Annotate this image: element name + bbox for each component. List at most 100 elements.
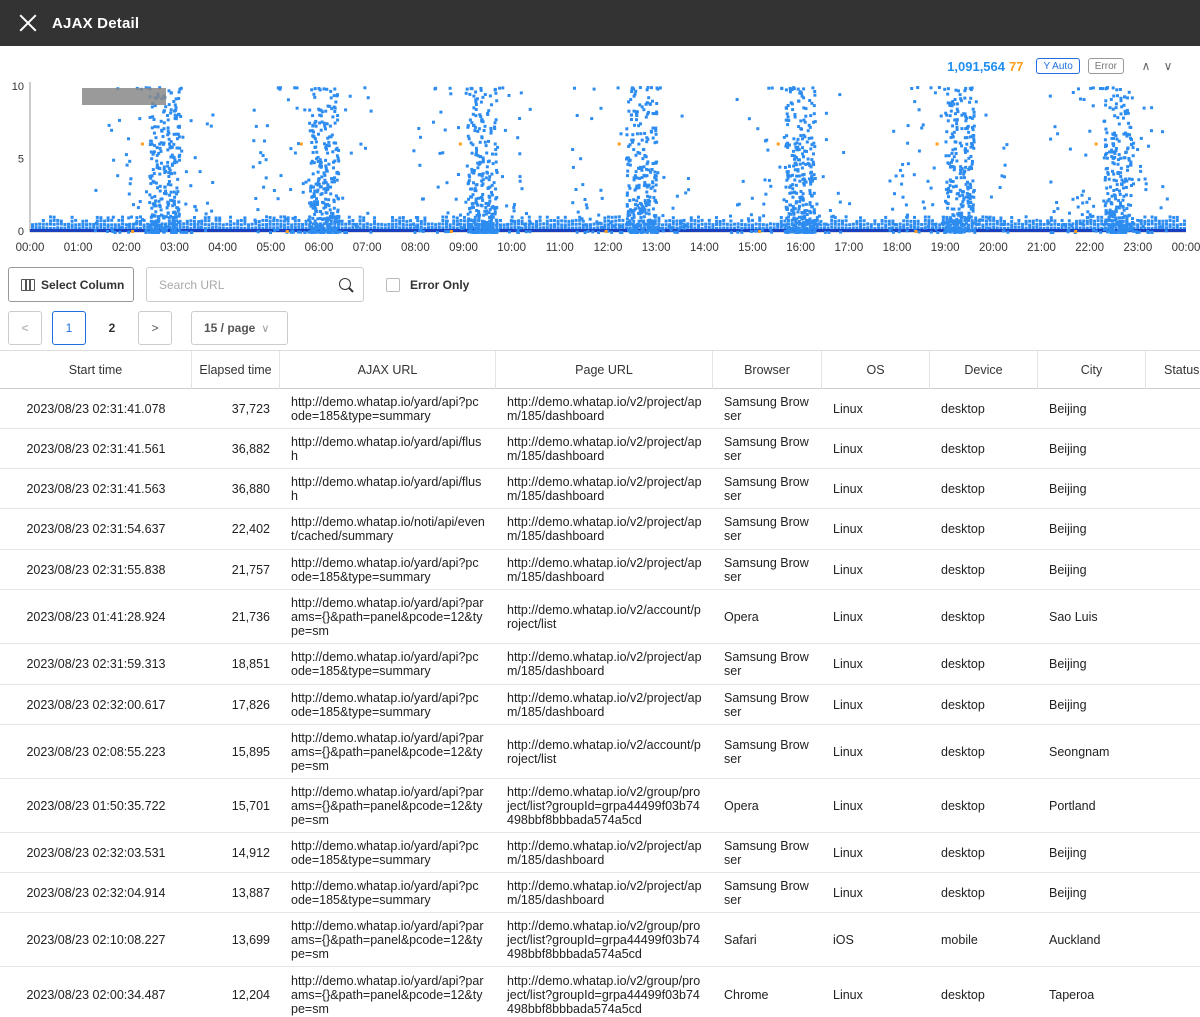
- table-row[interactable]: 2023/08/23 01:50:35.722 15,701 http://demo…: [0, 779, 1200, 833]
- page-button-1[interactable]: 1: [52, 311, 86, 345]
- column-header-status[interactable]: Status: [1146, 351, 1200, 389]
- data-point: [949, 109, 953, 113]
- chevron-down-icon[interactable]: ∨: [1160, 58, 1176, 74]
- data-point: [893, 223, 897, 226]
- data-point: [833, 226, 837, 230]
- data-point: [149, 139, 153, 143]
- table-row[interactable]: 2023/08/23 02:31:41.078 37,723 http://demo…: [0, 389, 1200, 429]
- data-point: [736, 222, 740, 226]
- close-icon[interactable]: [18, 13, 38, 33]
- data-point: [272, 222, 276, 226]
- data-point: [362, 216, 366, 220]
- select-column-button[interactable]: Select Column: [8, 267, 134, 302]
- data-point: [138, 117, 142, 121]
- table-row[interactable]: 2023/08/23 02:31:54.637 22,402 http://demo…: [0, 509, 1200, 550]
- data-point: [499, 223, 502, 227]
- data-point: [162, 230, 166, 234]
- table-row[interactable]: 2023/08/23 02:31:41.561 36,882 http://demo…: [0, 429, 1200, 469]
- data-point: [465, 164, 469, 168]
- table-row[interactable]: 2023/08/23 02:31:59.313 18,851 http://demo…: [0, 644, 1200, 685]
- y-tick-label: 10: [12, 81, 24, 93]
- column-header-ajax-url[interactable]: AJAX URL: [280, 351, 496, 389]
- data-point: [1089, 219, 1093, 223]
- prev-page-button[interactable]: <: [8, 311, 42, 345]
- data-point: [1123, 95, 1127, 99]
- data-point: [452, 222, 456, 226]
- column-header-city[interactable]: City: [1038, 351, 1146, 389]
- data-point: [810, 175, 814, 179]
- data-point: [632, 215, 636, 219]
- data-point: [974, 219, 978, 223]
- data-point: [654, 161, 658, 165]
- error-toggle-button[interactable]: Error: [1087, 58, 1124, 74]
- data-point: [1147, 219, 1150, 223]
- data-point: [1137, 230, 1141, 234]
- data-point: [1039, 222, 1042, 226]
- data-point: [479, 115, 483, 119]
- data-point: [563, 223, 567, 227]
- table-row[interactable]: 2023/08/23 02:08:55.223 15,895 http://demo…: [0, 725, 1200, 779]
- data-point: [789, 229, 793, 233]
- cell-elapsed: 37,723: [192, 389, 280, 428]
- data-point: [830, 222, 834, 226]
- table-row[interactable]: 2023/08/23 01:41:28.924 21,736 http://demo…: [0, 590, 1200, 644]
- data-point: [653, 221, 657, 225]
- scatter-chart[interactable]: 105000:00 01:00 02:00 03:00 04:00 05:00 06:00 0…: [0, 74, 1200, 260]
- data-point: [484, 176, 488, 180]
- data-point: [1105, 86, 1109, 90]
- data-point: [906, 124, 910, 128]
- cell-page: http://demo.whatap.io/v2/project/apm/185…: [496, 469, 713, 508]
- elapsed-value: 15,895: [231, 744, 270, 759]
- table-row[interactable]: 2023/08/23 02:31:41.563 36,880 http://demo…: [0, 469, 1200, 509]
- data-point: [948, 114, 952, 118]
- data-point: [369, 223, 373, 227]
- table-row[interactable]: 2023/08/23 02:32:03.531 14,912 http://demo…: [0, 833, 1200, 873]
- data-point: [637, 142, 641, 146]
- column-header-device[interactable]: Device: [930, 351, 1038, 389]
- data-point: [887, 219, 891, 223]
- column-header-os[interactable]: OS: [822, 351, 930, 389]
- column-header-start-time[interactable]: Start time: [0, 351, 192, 389]
- chevron-up-icon[interactable]: ∧: [1138, 58, 1154, 74]
- cell-start: 2023/08/23 02:31:59.313: [0, 644, 192, 684]
- data-point: [177, 113, 181, 117]
- next-page-button[interactable]: >: [138, 311, 172, 345]
- table-row[interactable]: 2023/08/23 02:32:04.914 13,887 http://demo…: [0, 873, 1200, 913]
- per-page-select[interactable]: 15 / page ∨: [191, 311, 288, 345]
- data-point: [483, 221, 487, 225]
- table-row[interactable]: 2023/08/23 02:10:08.227 13,699 http://demo…: [0, 913, 1200, 967]
- table-row[interactable]: 2023/08/23 02:00:34.487 12,204 http://demo…: [0, 967, 1200, 1017]
- data-point: [1161, 219, 1165, 223]
- table-row[interactable]: 2023/08/23 02:31:55.838 21,757 http://demo…: [0, 550, 1200, 590]
- data-point: [647, 221, 651, 225]
- error-only-checkbox[interactable]: [386, 277, 400, 292]
- data-point: [496, 145, 500, 149]
- data-point: [236, 222, 240, 226]
- column-header-elapsed-time[interactable]: Elapsed time: [192, 351, 280, 389]
- data-point: [1082, 98, 1086, 101]
- data-point: [740, 226, 744, 230]
- selection-box[interactable]: [82, 88, 166, 105]
- data-point: [634, 112, 638, 116]
- column-header-page-url[interactable]: Page URL: [496, 351, 713, 389]
- table-row[interactable]: 2023/08/23 02:32:00.617 17,826 http://demo…: [0, 685, 1200, 725]
- data-point: [649, 228, 652, 232]
- data-point: [621, 218, 625, 222]
- data-point: [329, 192, 333, 196]
- data-point: [1183, 223, 1186, 226]
- search-icon[interactable]: [339, 278, 351, 290]
- data-point: [971, 179, 975, 183]
- y-auto-button[interactable]: Y Auto: [1036, 58, 1080, 74]
- search-input[interactable]: [147, 268, 327, 301]
- data-point: [189, 230, 193, 234]
- column-header-browser[interactable]: Browser: [713, 351, 822, 389]
- cell-os: Linux: [822, 644, 930, 684]
- data-point: [627, 109, 631, 113]
- data-point: [329, 185, 333, 189]
- page-button-2[interactable]: 2: [95, 311, 129, 345]
- data-point: [99, 219, 103, 223]
- data-point: [519, 91, 523, 95]
- data-point: [1165, 219, 1168, 223]
- data-point: [203, 223, 207, 227]
- per-page-label: 15 / page: [204, 321, 256, 335]
